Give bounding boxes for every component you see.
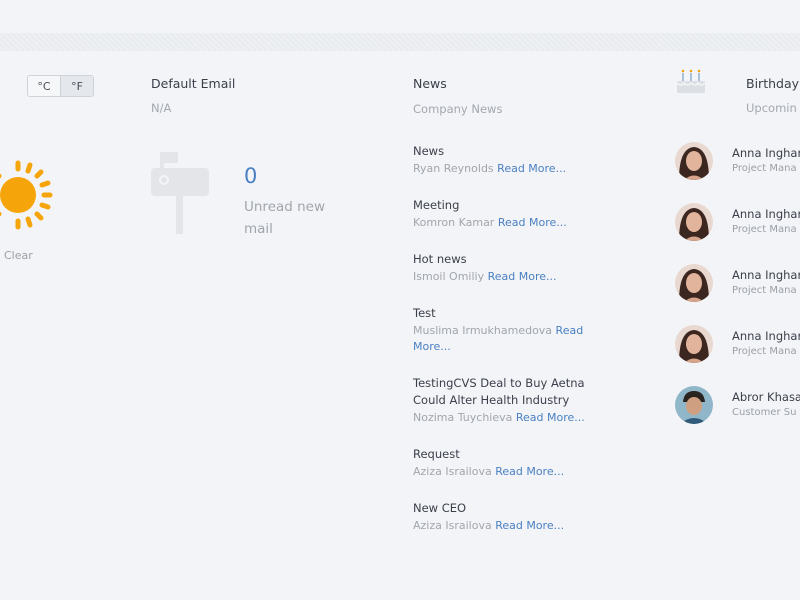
news-item: New CEO Aziza Israilova Read More... bbox=[413, 500, 601, 534]
news-item: Request Aziza Israilova Read More... bbox=[413, 446, 601, 480]
avatar bbox=[675, 325, 713, 363]
unread-mail-label: Unread new mail bbox=[244, 199, 326, 237]
news-item-title: New CEO bbox=[413, 501, 467, 515]
person-role: Project Mana bbox=[732, 285, 797, 296]
birthday-widget-title: Birthday bbox=[746, 76, 800, 91]
news-item: Hot news Ismoil Omiliy Read More... bbox=[413, 251, 601, 285]
news-item-author: Ismoil Omiliy bbox=[413, 270, 485, 283]
read-more-link[interactable]: Read More... bbox=[516, 411, 585, 424]
person-name: Anna Inghar bbox=[732, 329, 800, 343]
news-item-title: Hot news bbox=[413, 252, 467, 266]
birthday-person[interactable]: Anna Inghar Project Mana bbox=[675, 142, 800, 203]
birthday-person[interactable]: Abror Khasa Customer Su bbox=[675, 386, 800, 447]
news-widget-subtitle: Company News bbox=[413, 102, 503, 116]
news-item: News Ryan Reynolds Read More... bbox=[413, 143, 601, 177]
avatar bbox=[675, 264, 713, 302]
news-item-author: Aziza Israilova bbox=[413, 519, 492, 532]
news-list: News Ryan Reynolds Read More... Meeting … bbox=[413, 143, 601, 554]
fahrenheit-button[interactable]: °F bbox=[60, 76, 93, 96]
person-role: Project Mana bbox=[732, 224, 797, 235]
person-role: Customer Su bbox=[732, 407, 797, 418]
birthday-person[interactable]: Anna Inghar Project Mana bbox=[675, 203, 800, 264]
news-item-title: Test bbox=[413, 306, 436, 320]
news-item: TestingCVS Deal to Buy Aetna Could Alter… bbox=[413, 375, 601, 426]
person-role: Project Mana bbox=[732, 346, 797, 357]
birthday-widget-subtitle: Upcomin bbox=[746, 101, 797, 115]
celsius-button[interactable]: °C bbox=[28, 76, 60, 96]
sun-icon bbox=[0, 160, 53, 230]
news-item-title: Meeting bbox=[413, 198, 460, 212]
birthday-list: Anna Inghar Project Mana Anna Inghar Pro… bbox=[675, 142, 800, 447]
avatar bbox=[675, 386, 713, 424]
avatar bbox=[675, 142, 713, 180]
person-name: Abror Khasa bbox=[732, 390, 800, 404]
news-item-author: Muslima Irmukhamedova bbox=[413, 324, 553, 337]
news-item-author: Nozima Tuychieva bbox=[413, 411, 513, 424]
person-name: Anna Inghar bbox=[732, 146, 800, 160]
person-name: Anna Inghar bbox=[732, 207, 800, 221]
read-more-link[interactable]: Read More... bbox=[495, 519, 564, 532]
avatar bbox=[675, 203, 713, 241]
person-role: Project Mana bbox=[732, 163, 797, 174]
birthday-person[interactable]: Anna Inghar Project Mana bbox=[675, 264, 800, 325]
weather-condition: Clear bbox=[4, 249, 33, 262]
cake-icon bbox=[676, 69, 706, 93]
news-item: Meeting Komron Kamar Read More... bbox=[413, 197, 601, 231]
read-more-link[interactable]: Read More... bbox=[497, 162, 566, 175]
temperature-unit-toggle[interactable]: °C °F bbox=[27, 75, 94, 97]
news-widget-title: News bbox=[413, 76, 447, 91]
mailbox-icon bbox=[151, 152, 209, 234]
unread-mail-count[interactable]: 0 bbox=[244, 164, 257, 188]
top-divider-strip bbox=[0, 33, 800, 51]
read-more-link[interactable]: Read More... bbox=[498, 216, 567, 229]
person-name: Anna Inghar bbox=[732, 268, 800, 282]
news-item-author: Aziza Israilova bbox=[413, 465, 492, 478]
news-item: Test Muslima Irmukhamedova Read More... bbox=[413, 305, 601, 355]
read-more-link[interactable]: Read More... bbox=[495, 465, 564, 478]
news-item-title: TestingCVS Deal to Buy Aetna Could Alter… bbox=[413, 376, 585, 407]
read-more-link[interactable]: Read More... bbox=[488, 270, 557, 283]
email-widget-title: Default Email bbox=[151, 76, 236, 91]
news-item-title: Request bbox=[413, 447, 460, 461]
birthday-person[interactable]: Anna Inghar Project Mana bbox=[675, 325, 800, 386]
news-item-author: Ryan Reynolds bbox=[413, 162, 494, 175]
news-item-title: News bbox=[413, 144, 445, 158]
email-address-value: N/A bbox=[151, 101, 172, 115]
news-item-author: Komron Kamar bbox=[413, 216, 495, 229]
